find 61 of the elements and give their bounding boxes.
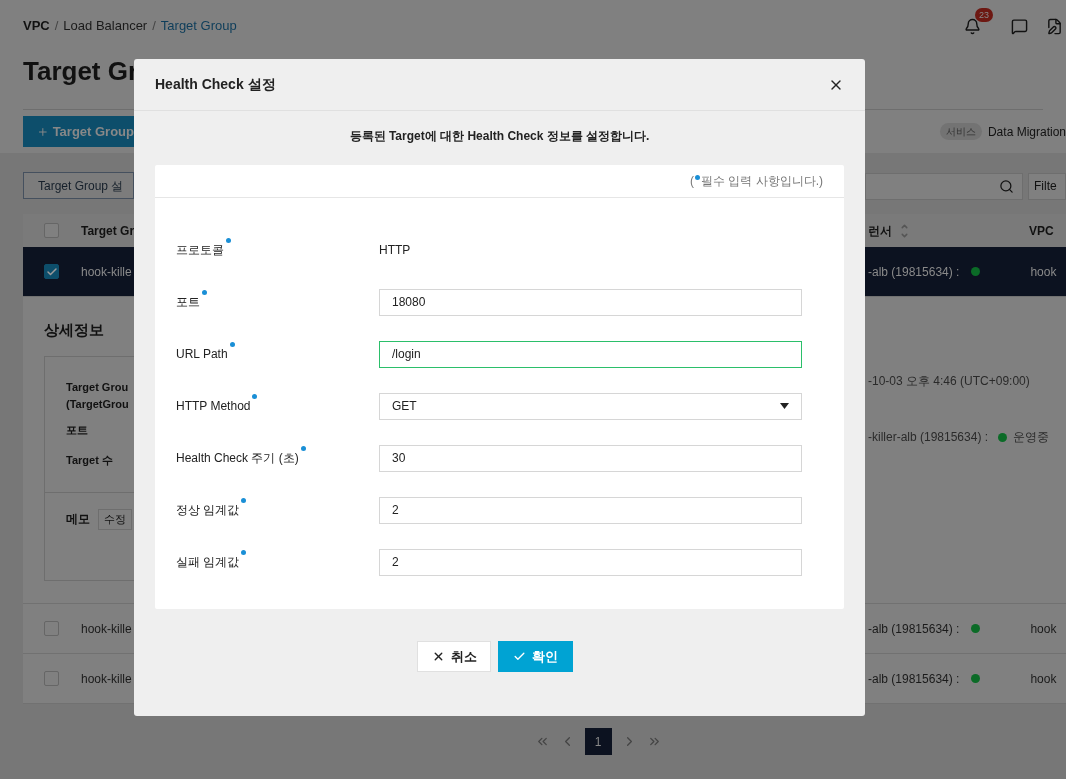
- field-label: 포트: [176, 294, 200, 311]
- input-field[interactable]: /login: [379, 340, 802, 368]
- field-label: 실패 임계값: [176, 554, 240, 571]
- edit-memo-button[interactable]: 수정: [98, 508, 132, 530]
- required-note: ( 필수 입력 사항입니다.): [690, 173, 823, 190]
- confirm-button[interactable]: 확인: [498, 641, 573, 672]
- field-label: 포트: [66, 422, 89, 438]
- field-label: 메모: [66, 511, 90, 528]
- breadcrumb-separator: /: [54, 17, 59, 36]
- cancel-button[interactable]: 취소: [417, 641, 491, 672]
- method-select[interactable]: GET: [379, 392, 802, 420]
- column-header: VPC: [1029, 222, 1054, 240]
- field-value: HTTP: [379, 242, 411, 259]
- status-text: 운영중: [1013, 429, 1050, 446]
- field-label: 프로토콜: [176, 242, 224, 259]
- edit-button[interactable]: [1046, 17, 1063, 35]
- field-label: HTTP Method: [176, 398, 251, 415]
- checkbox[interactable]: [44, 621, 59, 636]
- field-label: Target Grou (TargetGrou: [66, 379, 130, 412]
- table-cell-text: hook-kille: [81, 670, 132, 688]
- input-field[interactable]: 2: [379, 496, 802, 524]
- checkbox[interactable]: [44, 264, 59, 279]
- search-field[interactable]: [865, 172, 1023, 200]
- notification-count: 23: [975, 7, 993, 22]
- breadcrumb-link[interactable]: Load Balancer: [63, 16, 148, 36]
- input-field[interactable]: 30: [379, 444, 802, 472]
- load-balancer-value: -killer-alb (19815634) :: [868, 429, 989, 446]
- dropdown-caret-icon: [780, 403, 789, 409]
- breadcrumb-link[interactable]: VPC: [23, 16, 50, 36]
- section-title: 상세정보: [44, 320, 105, 340]
- input-field[interactable]: 18080: [379, 288, 802, 316]
- settings-button[interactable]: Target Group 설: [23, 172, 134, 199]
- table-cell-text: hook-kille: [81, 620, 132, 638]
- check-icon: [513, 650, 526, 663]
- created-time: -10-03 오후 4:46 (UTC+09:00): [868, 373, 1031, 390]
- field-label: Target 수: [66, 453, 114, 468]
- breadcrumb-separator: /: [152, 17, 156, 36]
- table-cell-text: -alb (19815634) :: [868, 670, 960, 688]
- service-name: Data Migration: [987, 123, 1066, 141]
- dialog-title: Health Check 설정: [155, 75, 276, 94]
- column-header: Target Gr: [81, 222, 135, 240]
- notification-button[interactable]: [964, 17, 981, 35]
- filter-button[interactable]: Filte: [1028, 172, 1066, 200]
- table-cell-text: hook: [1030, 263, 1057, 281]
- checkbox[interactable]: [44, 223, 59, 238]
- table-cell-text: hook: [1030, 670, 1057, 688]
- field-label: 정상 임계값: [176, 502, 240, 519]
- chat-button[interactable]: [1011, 17, 1028, 35]
- page-button[interactable]: 1: [584, 728, 612, 755]
- breadcrumb-link[interactable]: Target Group: [160, 16, 237, 36]
- field-label: URL Path: [176, 346, 228, 363]
- search-icon: [999, 178, 1014, 194]
- input-field[interactable]: 2: [379, 548, 802, 576]
- column-header: 런서: [868, 222, 892, 240]
- table-cell-text: hook-kille: [81, 263, 132, 281]
- checkbox[interactable]: [44, 671, 59, 686]
- table-cell-text: -alb (19815634) :: [868, 263, 960, 281]
- table-cell-text: hook: [1030, 620, 1057, 638]
- dialog-description: 등록된 Target에 대한 Health Check 정보를 설정합니다.: [348, 128, 651, 145]
- field-label: Health Check 주기 (초): [176, 450, 299, 467]
- table-cell-text: -alb (19815634) :: [868, 620, 960, 638]
